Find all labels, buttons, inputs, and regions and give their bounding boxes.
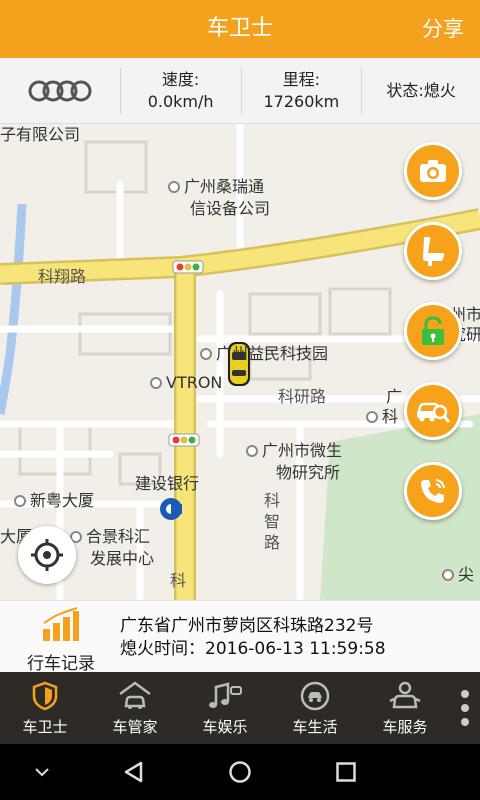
map-label: 尖 (458, 565, 475, 584)
poi-icon (14, 495, 26, 507)
engine-off-time: 熄火时间：2016-06-13 11:59:58 (120, 639, 386, 659)
bottom-tab-bar: 车卫士 车管家 车娱乐 车生活 车服务 (0, 672, 480, 744)
seat-icon (423, 237, 445, 266)
car-search-button[interactable] (404, 382, 462, 440)
app-header: 车卫士 分享 (0, 0, 480, 58)
tab-label: 车服务 (382, 717, 428, 736)
speed-value: 0.0km/h (147, 92, 214, 111)
recents-button[interactable] (326, 744, 366, 800)
phone-icon (421, 479, 445, 503)
map-label: 合景科汇 (86, 527, 151, 546)
map-label: 信设备公司 (190, 199, 271, 218)
home-circle-icon (229, 761, 251, 783)
map-poi: 科 (366, 406, 398, 427)
map-poi: 广州桑瑞通 (168, 176, 264, 197)
shield-icon (32, 681, 58, 710)
mileage-label: 里程: (282, 70, 321, 89)
back-triangle-icon (124, 761, 143, 783)
poi-icon (168, 181, 180, 193)
tab-car-guard[interactable]: 车卫士 (0, 672, 90, 744)
locate-button[interactable] (18, 526, 76, 584)
drive-record-button[interactable]: 行车记录 (16, 607, 106, 674)
share-button[interactable]: 分享 (422, 0, 464, 58)
tab-label: 车娱乐 (202, 717, 248, 736)
more-menu-button[interactable] (450, 672, 480, 744)
crosshair-icon (31, 539, 63, 571)
tab-label: 车管家 (112, 717, 158, 736)
map-label: 建设银行 (135, 474, 200, 493)
poi-icon (246, 445, 258, 457)
map-label: VTRON (166, 373, 223, 392)
lock-button[interactable] (404, 302, 462, 360)
map-poi: 新粤大厦 (14, 490, 94, 511)
map-label: 物研究所 (276, 463, 341, 482)
poi-icon (366, 411, 378, 423)
page-title: 车卫士 (206, 16, 273, 41)
map-poi: 尖 (442, 564, 474, 585)
speed-display: 速度: 0.0km/h (121, 58, 241, 124)
service-icon (389, 681, 421, 708)
camera-button[interactable] (404, 142, 462, 200)
map-label: 广州市微生 (262, 441, 343, 460)
seat-button[interactable] (404, 222, 462, 280)
poi-icon (150, 377, 162, 389)
speed-label: 速度: (161, 70, 200, 89)
camera-icon (420, 160, 446, 182)
engine-state: 状态:熄火 (386, 81, 456, 100)
road-label: 科翔路 (38, 267, 87, 286)
tab-label: 车卫士 (22, 717, 68, 736)
map-label: 广州桑瑞通 (184, 177, 265, 196)
current-address: 广东省广州市萝岗区科珠路232号 (120, 616, 374, 636)
system-nav-bar (0, 744, 480, 800)
map-label: 广 (386, 387, 403, 406)
lock-icon (422, 316, 444, 345)
chevron-down-icon (35, 768, 49, 777)
map-label: 广州益民科技园 (216, 344, 329, 363)
bar-chart-icon (43, 607, 79, 641)
brand-logo (0, 58, 120, 124)
garage-icon (119, 680, 151, 709)
tab-car-service[interactable]: 车服务 (360, 672, 450, 744)
more-vertical-icon (461, 690, 469, 726)
engine-state-display: 状态:熄火 (362, 58, 480, 124)
poi-icon (200, 348, 212, 360)
location-info-bar: 行车记录 广东省广州市萝岗区科珠路232号 熄火时间：2016-06-13 11… (0, 600, 480, 674)
map-label: 发展中心 (90, 549, 155, 568)
map-poi: VTRON (150, 372, 222, 393)
map-label: 子有限公司 (0, 125, 81, 144)
tab-car-entertainment[interactable]: 车娱乐 (180, 672, 270, 744)
tab-car-manager[interactable]: 车管家 (90, 672, 180, 744)
location-text: 广东省广州市萝岗区科珠路232号 熄火时间：2016-06-13 11:59:5… (120, 615, 386, 661)
tab-car-life[interactable]: 车生活 (270, 672, 360, 744)
map-label: 新粤大厦 (30, 491, 95, 510)
tab-label: 车生活 (292, 717, 338, 736)
music-icon (209, 681, 242, 708)
back-button[interactable] (114, 744, 154, 800)
map-view[interactable]: 子有限公司 广州桑瑞通 信设备公司 科翔路 州市 究研 广州益民科技园 VTRO… (0, 124, 480, 600)
phone-button[interactable] (404, 462, 462, 520)
map-label: 科 (382, 407, 399, 426)
recents-square-icon (336, 762, 356, 782)
vehicle-status-bar: 速度: 0.0km/h 里程: 17260km 状态:熄火 (0, 58, 480, 124)
mileage-display: 里程: 17260km (242, 58, 362, 124)
map-poi: 广州益民科技园 (200, 343, 328, 364)
car-search-icon (416, 402, 450, 423)
home-button[interactable] (220, 744, 260, 800)
audi-rings-logo-icon (28, 80, 92, 102)
road-label: 科智路 (264, 491, 281, 552)
drive-record-label: 行车记录 (27, 654, 95, 674)
poi-icon (442, 569, 454, 581)
map-poi: 广州市微生 (246, 440, 342, 461)
map-poi: 合景科汇 (70, 526, 150, 547)
road-label: 科研路 (278, 387, 327, 406)
hide-keyboard-button[interactable] (24, 744, 60, 800)
mileage-value: 17260km (263, 92, 340, 111)
life-icon (300, 681, 330, 710)
road-label: 科 (170, 571, 187, 590)
